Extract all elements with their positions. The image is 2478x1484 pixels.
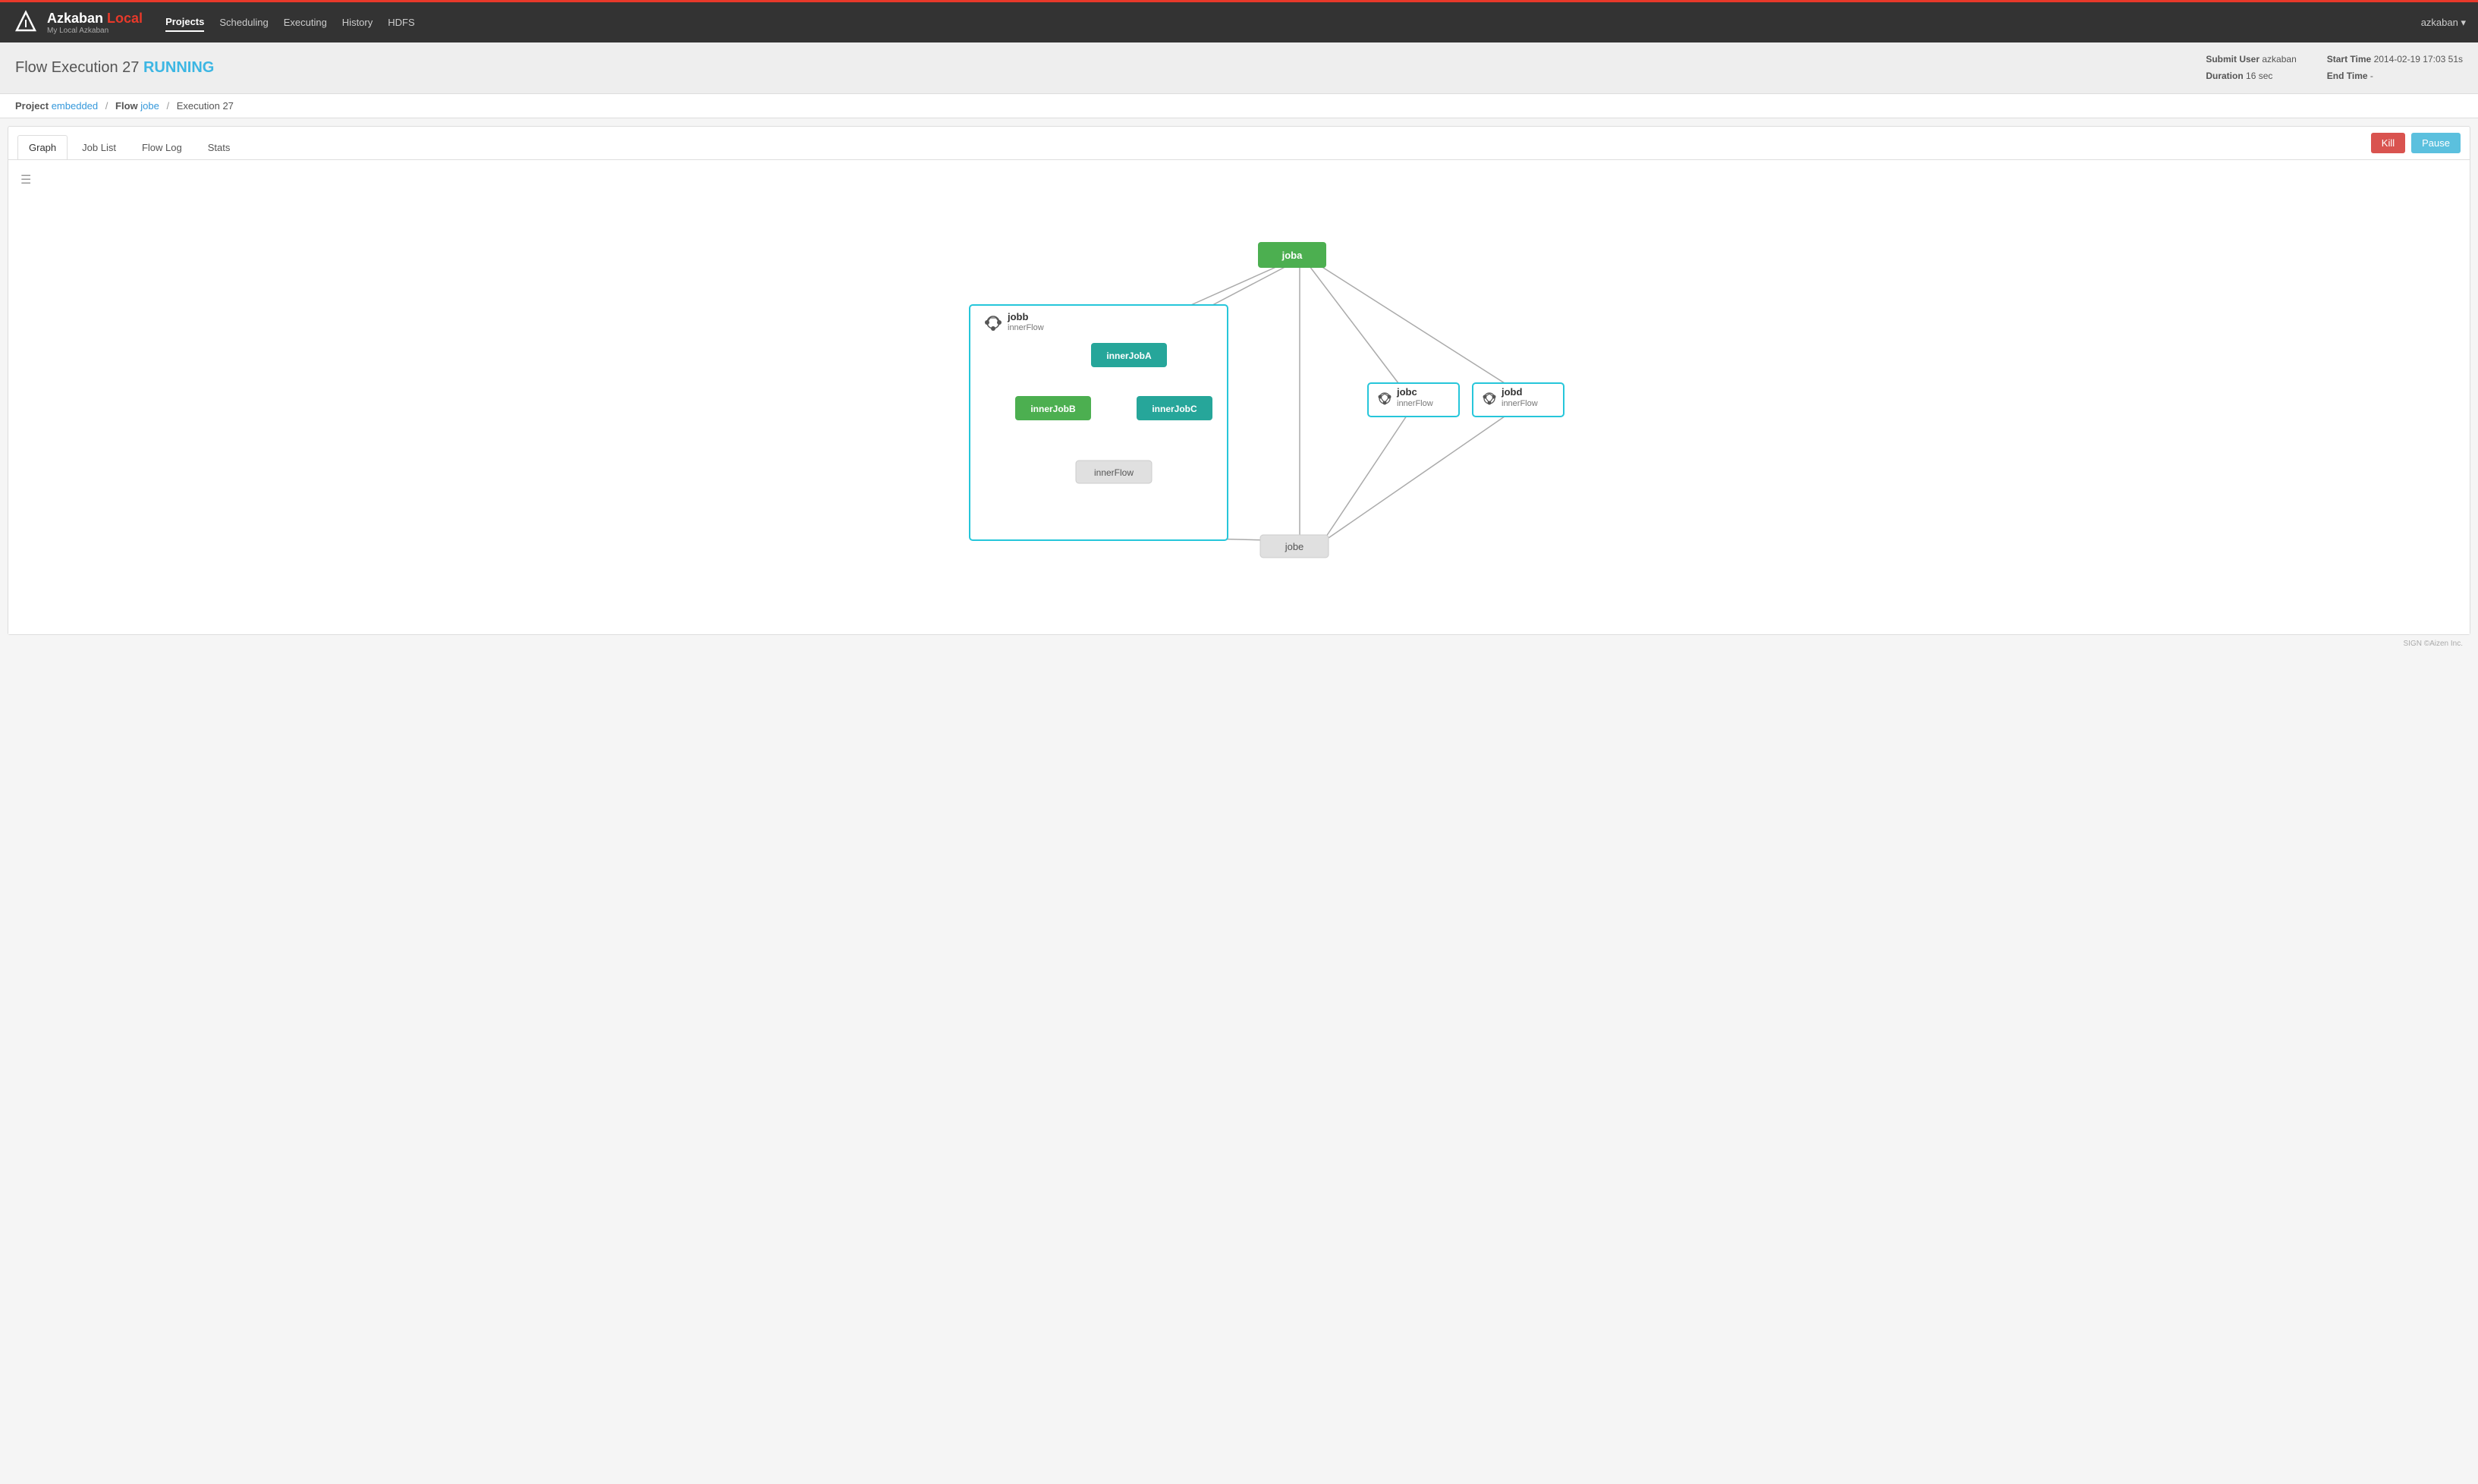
submit-user-value: azkaban (2262, 54, 2296, 64)
brand-text: Azkaban Local My Local Azkaban (47, 11, 143, 35)
brand-subtitle: My Local Azkaban (47, 27, 143, 35)
footer-copyright: SIGN ©Aizen Inc. (2403, 640, 2463, 648)
jobc-sublabel: innerFlow (1397, 399, 1433, 408)
start-time-value: 2014-02-19 17:03 51s (2374, 54, 2463, 64)
nav-projects[interactable]: Projects (165, 13, 204, 32)
nav-scheduling[interactable]: Scheduling (219, 14, 268, 31)
breadcrumb-execution-value: 27 (222, 100, 233, 112)
graph-area: ☰ (8, 160, 2470, 634)
breadcrumb: Project embedded / Flow jobe / Execution… (0, 94, 2478, 118)
breadcrumb-project-label: Project (15, 100, 49, 112)
jobd-label: jobd (1501, 386, 1522, 398)
jobb-sublabel: innerFlow (1008, 323, 1044, 332)
flow-graph-svg: jobb innerFlow innerJobA innerJobB inner… (20, 195, 2458, 620)
jobb-label: jobb (1007, 311, 1028, 322)
breadcrumb-flow-label: Flow (115, 100, 138, 112)
graph-list-icon: ☰ (20, 172, 2458, 187)
nav-links: Projects Scheduling Executing History HD… (165, 13, 415, 32)
execution-status: RUNNING (143, 59, 214, 76)
edge-jobd-jobe (1329, 411, 1512, 538)
breadcrumb-sep1: / (105, 100, 108, 112)
tabs-panel: Graph Job List Flow Log Stats Kill Pause… (8, 126, 2470, 635)
tab-stats[interactable]: Stats (197, 135, 242, 159)
tab-actions: Kill Pause (2371, 133, 2461, 159)
nav-hdfs[interactable]: HDFS (388, 14, 414, 31)
end-time-label: End Time (2327, 71, 2368, 81)
start-time-line: Start Time 2014-02-19 17:03 51s (2327, 52, 2463, 68)
innerflow-label: innerFlow (1094, 467, 1134, 478)
edge-joba-jobb (1186, 263, 1285, 307)
meta-times: Start Time 2014-02-19 17:03 51s End Time… (2327, 52, 2463, 84)
page-title-area: Flow Execution 27 RUNNING (15, 59, 214, 77)
page-meta: Submit User azkaban Duration 16 sec Star… (2206, 52, 2463, 84)
jobb-node1 (985, 320, 989, 325)
end-time-line: End Time - (2327, 68, 2463, 85)
duration-label: Duration (2206, 71, 2243, 81)
tabs-header: Graph Job List Flow Log Stats Kill Pause (8, 127, 2470, 160)
nav-executing[interactable]: Executing (284, 14, 327, 31)
page-title: Flow Execution 27 RUNNING (15, 59, 214, 76)
brand-name: Azkaban (47, 11, 103, 26)
jobb-node3 (991, 326, 995, 331)
nav-history[interactable]: History (342, 14, 373, 31)
user-menu[interactable]: azkaban ▾ (2421, 17, 2466, 29)
tab-graph[interactable]: Graph (17, 135, 68, 159)
start-time-label: Start Time (2327, 54, 2371, 64)
jobd-sublabel: innerFlow (1502, 399, 1538, 408)
footer: SIGN ©Aizen Inc. (0, 635, 2478, 652)
jobb-container[interactable] (970, 305, 1228, 540)
logo-area: Azkaban Local My Local Azkaban (12, 9, 143, 36)
end-time-value: - (2370, 71, 2373, 81)
joba-label: joba (1281, 250, 1303, 261)
jobc-label: jobc (1396, 386, 1417, 398)
innerjoba-label: innerJobA (1106, 351, 1152, 361)
brand-local: Local (107, 11, 143, 26)
submit-user-label: Submit User (2206, 54, 2259, 64)
edge-joba-jobd (1319, 265, 1505, 383)
tab-flow-log[interactable]: Flow Log (131, 135, 193, 159)
meta-submit-duration: Submit User azkaban Duration 16 sec (2206, 52, 2296, 84)
kill-button[interactable]: Kill (2371, 133, 2405, 153)
duration-value: 16 sec (2246, 71, 2272, 81)
top-navigation: Azkaban Local My Local Azkaban Projects … (0, 0, 2478, 42)
edge-jobc-jobe (1326, 411, 1410, 536)
breadcrumb-project-link[interactable]: embedded (52, 100, 98, 112)
jobb-node2 (997, 320, 1002, 325)
tab-job-list[interactable]: Job List (71, 135, 127, 159)
pause-button[interactable]: Pause (2411, 133, 2461, 153)
breadcrumb-sep2: / (166, 100, 169, 112)
page-header: Flow Execution 27 RUNNING Submit User az… (0, 42, 2478, 94)
edge-joba-jobc (1307, 263, 1398, 383)
innerjobc-label: innerJobB (1030, 404, 1076, 414)
innerjobc2-label: innerJobC (1152, 404, 1197, 414)
submit-user-line: Submit User azkaban (2206, 52, 2296, 68)
breadcrumb-flow-link[interactable]: jobe (140, 100, 159, 112)
breadcrumb-execution-label: Execution (177, 100, 220, 112)
jobe-label: jobe (1285, 541, 1304, 552)
flow-execution-title: Flow Execution 27 (15, 59, 139, 76)
azkaban-logo (12, 9, 39, 36)
duration-line: Duration 16 sec (2206, 68, 2296, 85)
